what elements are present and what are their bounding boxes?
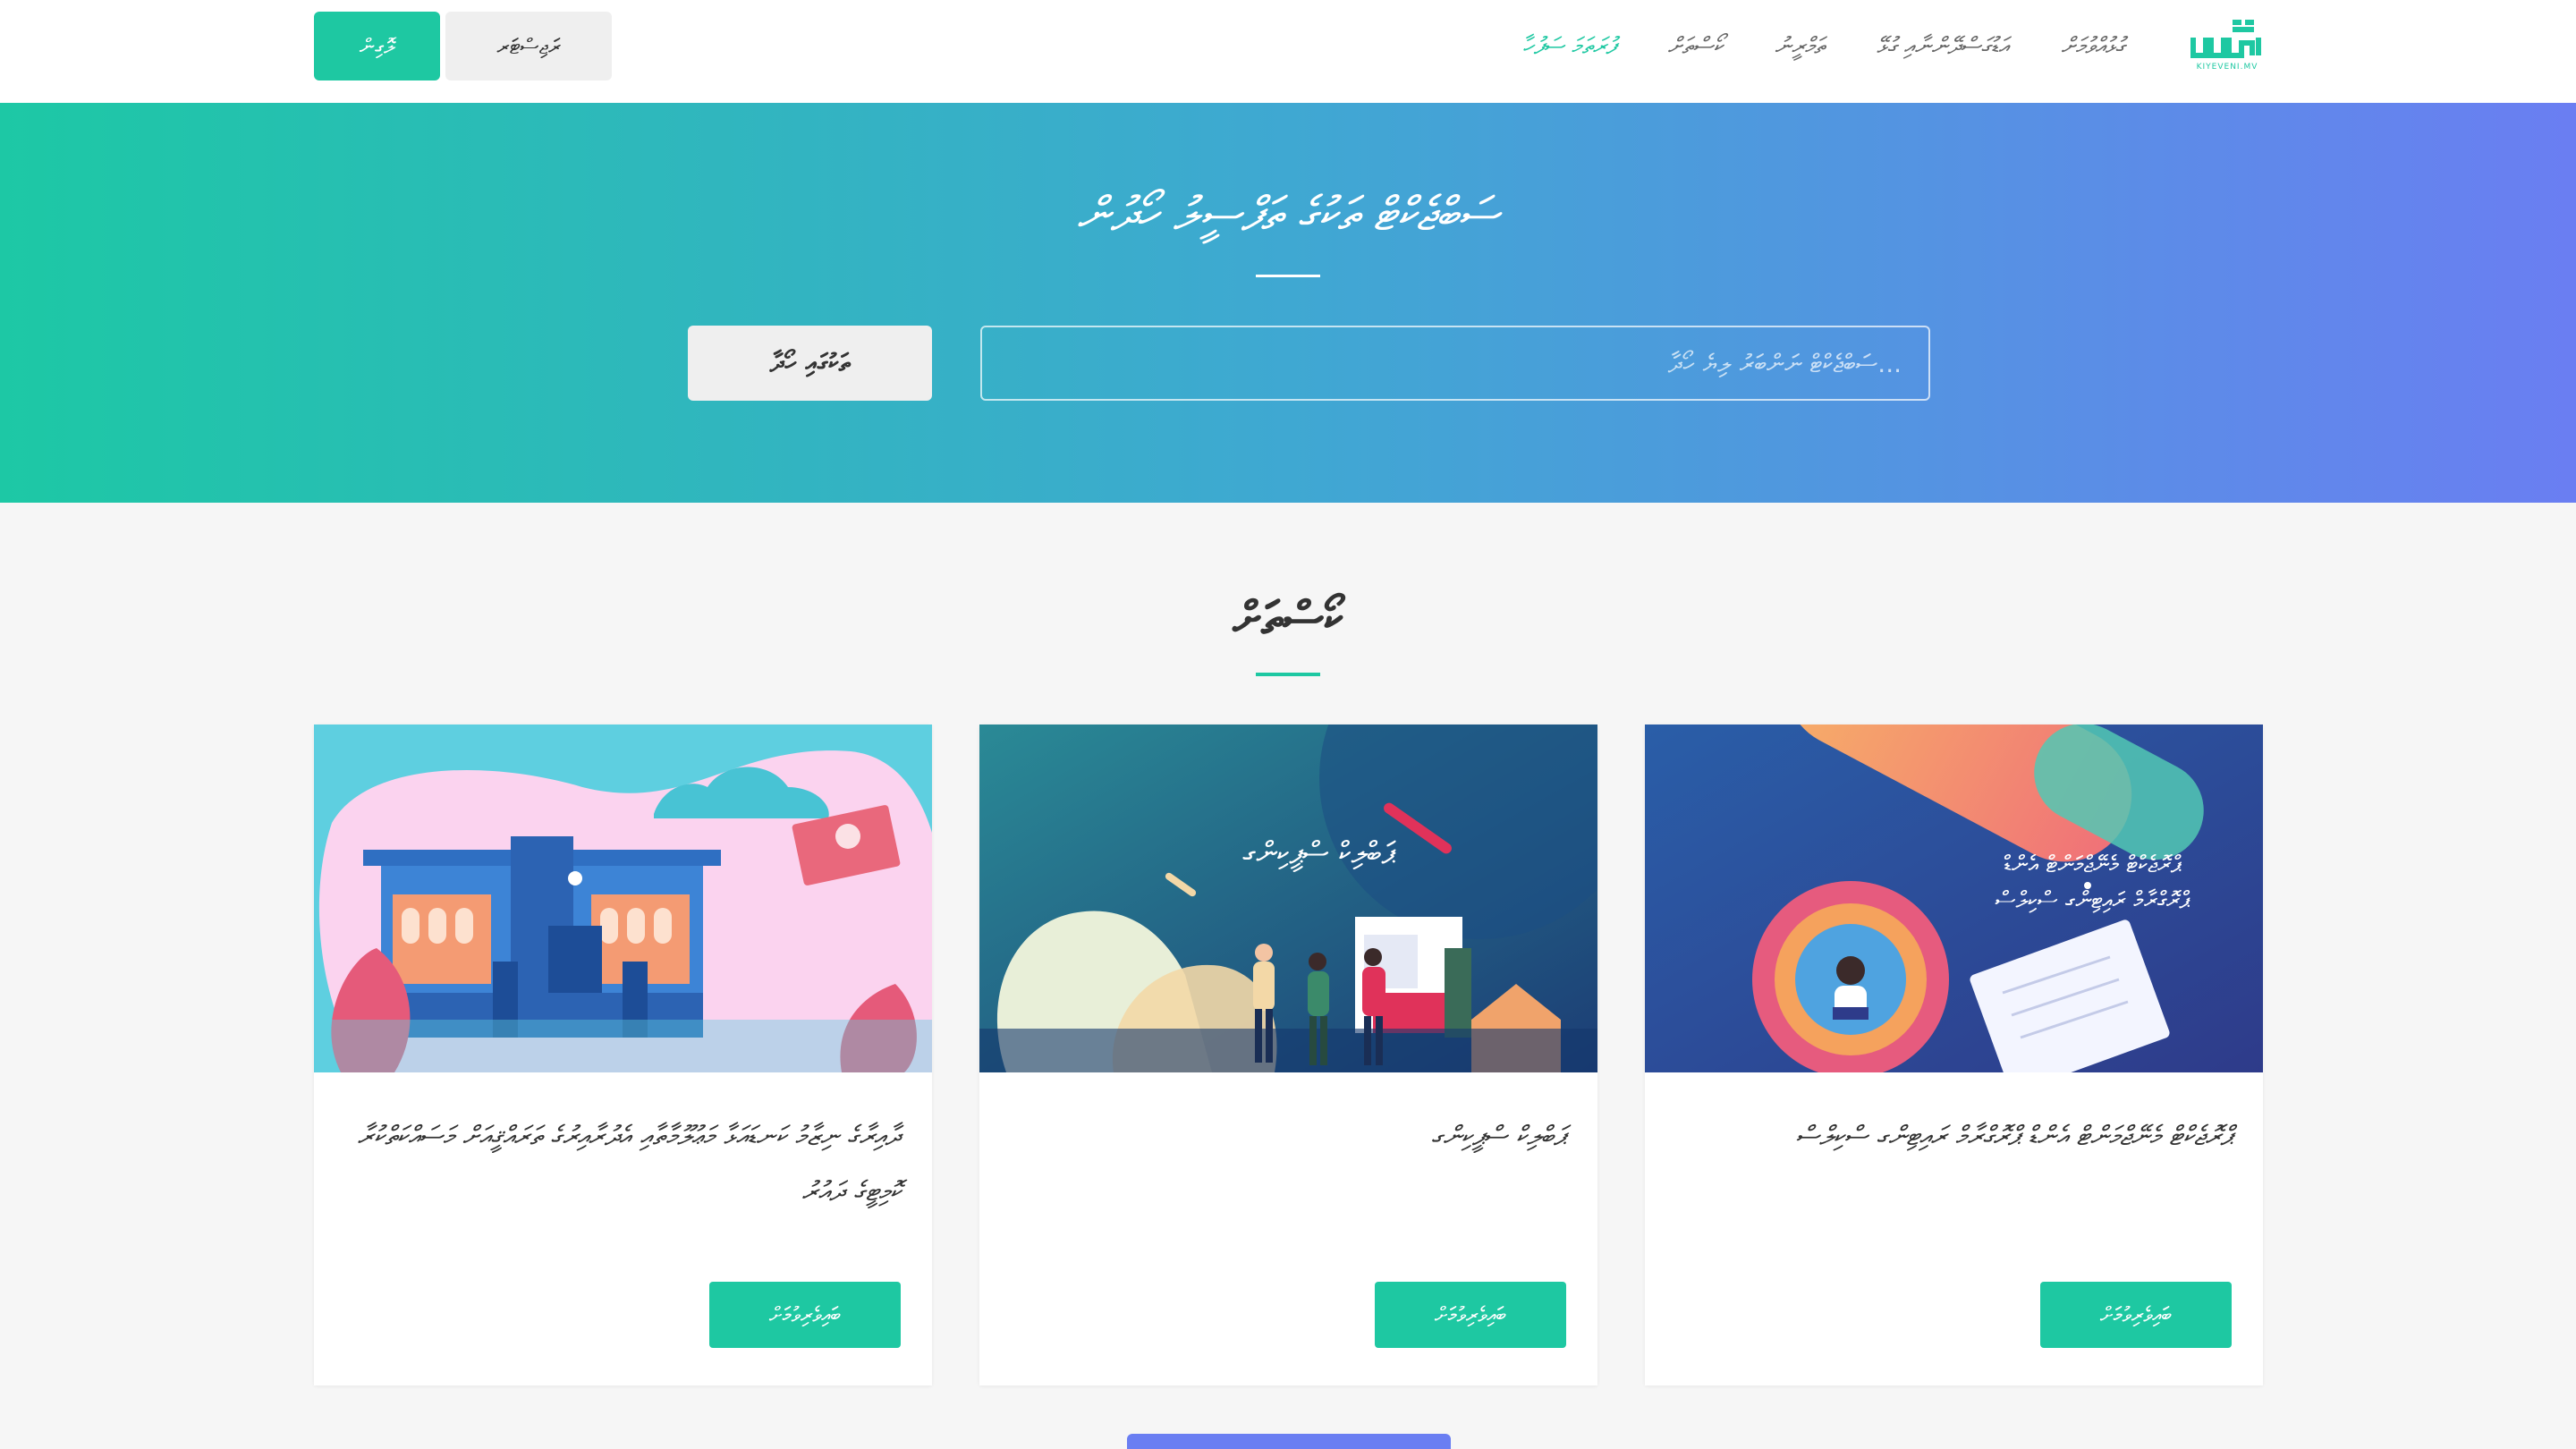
search-input[interactable] bbox=[980, 326, 1930, 401]
login-button[interactable]: ލޮގިން bbox=[314, 12, 440, 80]
course-card: ޕަބްލިކް ސްޕީކިންގ ޕަބްލިކް ސްޕީކިންގ ބަ… bbox=[979, 724, 1597, 1385]
navbar: ލޮގިން ރަޖިސްޓަރ ފުރަތަމަ ސަފުހާ ކޯސްތަށ… bbox=[0, 0, 2576, 103]
course-card: ދާއިރާގެ ނިޒާމު ކަނޑައަޅާ މަޢުލޫމާތާއި އ… bbox=[314, 724, 932, 1385]
join-course-button[interactable]: ބައިވެރިވުމަށް bbox=[1375, 1282, 1566, 1348]
join-course-button[interactable]: ބައިވެރިވުމަށް bbox=[709, 1282, 901, 1348]
nav-item-training[interactable]: ތަމްރީނު bbox=[1775, 33, 1825, 61]
section-divider bbox=[1256, 673, 1320, 676]
nav-item-home[interactable]: ފުރަތަމަ ސަފުހާ bbox=[1522, 33, 1615, 61]
logo-text: KIYEVENI.MV bbox=[2196, 63, 2258, 72]
search-button[interactable]: ތަކުގައި ހޯދާ bbox=[688, 326, 932, 401]
card3-image-caption-line1: ޕްރޮޖެކްޓް މެނޭޖްމަންޓް އެންޑް bbox=[2004, 852, 2182, 878]
course-image-public-speaking: ޕަބްލިކް ސްޕީކިންގ bbox=[979, 724, 1597, 1072]
course-title: ދާއިރާގެ ނިޒާމު ކަނޑައަޅާ މަޢުލޫމާތާއި އ… bbox=[357, 1121, 901, 1208]
hero-title: ސަބްޖެކްޓް ތަކުގެ ތަފްސީލު ހޯދުން bbox=[1077, 188, 1499, 242]
hero-banner: ސަބްޖެކްޓް ތަކުގެ ތަފްސީލު ހޯދުން ތަކުގަ… bbox=[0, 103, 2576, 503]
join-course-button[interactable]: ބައިވެރިވުމަށް bbox=[2040, 1282, 2232, 1348]
course-card: ޕްރޮޖެކްޓް މެނޭޖްމަންޓް އެންޑް ޕްރޮގްރާމ… bbox=[1645, 724, 2263, 1385]
course-image-project-management: ޕްރޮޖެކްޓް މެނޭޖްމަންޓް އެންޑް ޕްރޮގްރާމ… bbox=[1645, 724, 2263, 1072]
nav-item-contact[interactable]: ގުޅުއްވުމަށް bbox=[2061, 33, 2124, 61]
site-logo[interactable]: KIYEVENI.MV bbox=[2190, 18, 2265, 72]
section-title: ކޯސްތަށް bbox=[1233, 592, 1343, 646]
logo-icon bbox=[2190, 20, 2261, 58]
course-title: ޕްރޮޖެކްޓް މެނޭޖްމަންޓް އެންޑް ޕްރޮގްރާމ… bbox=[1795, 1121, 2232, 1152]
course-image-building bbox=[314, 724, 932, 1072]
view-more-button[interactable] bbox=[1127, 1434, 1451, 1449]
nav-item-related[interactable]: އަޑުގަސްދޭންނާއި ގުޅޭ bbox=[1877, 33, 2009, 61]
nav-item-courses[interactable]: ކޯސްތަށް bbox=[1667, 33, 1723, 61]
course-title: ޕަބްލިކް ސްޕީކިންގ bbox=[1430, 1121, 1566, 1152]
hero-divider bbox=[1256, 275, 1320, 277]
card2-image-caption: ޕަބްލިކް ސްޕީކިންގ bbox=[1242, 835, 1396, 872]
register-button[interactable]: ރަޖިސްޓަރ bbox=[445, 12, 612, 80]
card3-image-caption-line2: ޕްރޮގްރާމް ރައިޓިންގ ސްކިލްސް bbox=[1996, 887, 2191, 914]
nav-menu: ފުރަތަމަ ސަފުހާ ކޯސްތަށް ތަމްރީނު އަޑުގަ… bbox=[1522, 22, 2124, 71]
